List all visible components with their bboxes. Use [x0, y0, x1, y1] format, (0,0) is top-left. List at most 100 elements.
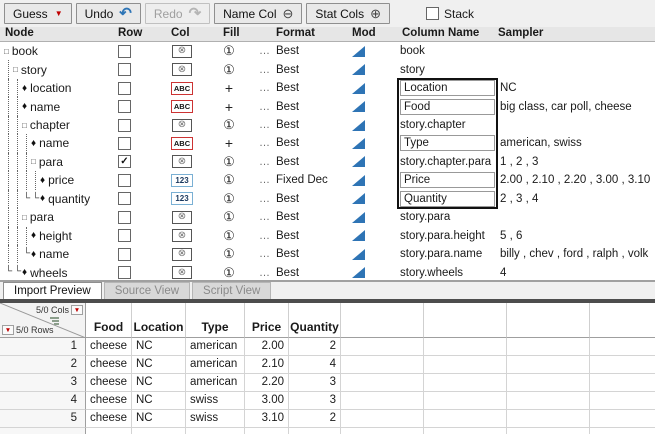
row-checkbox[interactable]: [118, 174, 131, 187]
row-checkbox[interactable]: [118, 137, 131, 150]
preview-cell[interactable]: [590, 428, 655, 434]
preview-cell[interactable]: [507, 428, 590, 434]
fill-once-icon[interactable]: ①: [223, 228, 235, 244]
numeric-column-icon[interactable]: 123: [171, 174, 192, 187]
format-value[interactable]: Best: [276, 97, 299, 115]
preview-row-number[interactable]: 1: [0, 338, 86, 356]
row-checkbox[interactable]: [118, 82, 131, 95]
format-value[interactable]: Best: [276, 60, 299, 78]
mod-triangle-icon[interactable]: [352, 83, 365, 94]
format-value[interactable]: Best: [276, 227, 299, 245]
format-dots-button[interactable]: …: [259, 116, 271, 134]
preview-cell[interactable]: [590, 392, 655, 410]
row-checkbox[interactable]: [118, 63, 131, 76]
row-checkbox[interactable]: [118, 229, 131, 242]
format-dots-button[interactable]: …: [259, 97, 271, 115]
preview-cell[interactable]: 2: [289, 338, 341, 356]
format-value[interactable]: Best: [276, 263, 299, 281]
character-column-icon[interactable]: ABC: [171, 100, 193, 113]
fill-plus-icon[interactable]: +: [225, 80, 233, 96]
row-checkbox[interactable]: [118, 266, 131, 279]
row-checkbox[interactable]: [118, 192, 131, 205]
preview-row-number[interactable]: 4: [0, 392, 86, 410]
format-value[interactable]: Best: [276, 116, 299, 134]
preview-cell[interactable]: [424, 374, 507, 392]
preview-cell[interactable]: [507, 410, 590, 428]
column-name-input[interactable]: Quantity: [400, 191, 495, 207]
format-dots-button[interactable]: …: [259, 171, 271, 189]
numeric-column-icon[interactable]: 123: [171, 192, 192, 205]
tab-import-preview[interactable]: Import Preview: [3, 282, 102, 299]
row-checkbox[interactable]: [118, 211, 131, 224]
preview-column-header[interactable]: Food: [86, 303, 132, 338]
preview-column-header[interactable]: [341, 303, 424, 338]
fill-once-icon[interactable]: ①: [223, 209, 235, 225]
format-dots-button[interactable]: …: [259, 79, 271, 97]
mod-triangle-icon[interactable]: [352, 193, 365, 204]
fill-plus-icon[interactable]: +: [225, 99, 233, 115]
mod-triangle-icon[interactable]: [352, 230, 365, 241]
preview-cell[interactable]: [341, 428, 424, 434]
preview-cell[interactable]: cheese: [86, 338, 132, 356]
character-column-icon[interactable]: ABC: [171, 82, 193, 95]
row-checkbox[interactable]: [118, 45, 131, 58]
preview-cell[interactable]: [507, 392, 590, 410]
preview-cell[interactable]: [424, 410, 507, 428]
preview-column-header[interactable]: [507, 303, 590, 338]
preview-cell[interactable]: [341, 410, 424, 428]
preview-cell[interactable]: [424, 356, 507, 374]
excluded-column-icon[interactable]: ⊗: [172, 63, 192, 76]
preview-column-header[interactable]: Type: [186, 303, 245, 338]
tab-script-view[interactable]: Script View: [192, 282, 271, 299]
preview-cell[interactable]: [507, 356, 590, 374]
mod-triangle-icon[interactable]: [352, 249, 365, 260]
format-value[interactable]: Best: [276, 245, 299, 263]
preview-cell[interactable]: NC: [132, 410, 186, 428]
preview-cell[interactable]: [289, 428, 341, 434]
excluded-column-icon[interactable]: ⊗: [172, 211, 192, 224]
preview-row-number[interactable]: 3: [0, 374, 86, 392]
format-dots-button[interactable]: …: [259, 245, 271, 263]
preview-cell[interactable]: 2.20: [245, 374, 289, 392]
preview-cell[interactable]: [341, 374, 424, 392]
preview-row-number[interactable]: [0, 428, 86, 434]
fill-once-icon[interactable]: ①: [223, 62, 235, 78]
row-checkbox[interactable]: ✓: [118, 155, 131, 168]
preview-cell[interactable]: [590, 356, 655, 374]
preview-cell[interactable]: american: [186, 338, 245, 356]
mod-triangle-icon[interactable]: [352, 175, 365, 186]
name-col-button[interactable]: Name Col ⊖: [214, 3, 302, 24]
preview-cell[interactable]: 4: [289, 356, 341, 374]
excluded-column-icon[interactable]: ⊗: [172, 229, 192, 242]
columns-menu-button[interactable]: ▼: [71, 305, 83, 315]
preview-cell[interactable]: [245, 428, 289, 434]
format-value[interactable]: Best: [276, 42, 299, 60]
preview-cell[interactable]: cheese: [86, 410, 132, 428]
preview-cell[interactable]: NC: [132, 356, 186, 374]
preview-cell[interactable]: [341, 338, 424, 356]
rows-menu-button[interactable]: ▼: [2, 325, 14, 335]
fill-once-icon[interactable]: ①: [223, 154, 235, 170]
fill-once-icon[interactable]: ①: [223, 117, 235, 133]
row-checkbox[interactable]: [118, 100, 131, 113]
column-name-input[interactable]: Type: [400, 135, 495, 151]
preview-cell[interactable]: NC: [132, 374, 186, 392]
character-column-icon[interactable]: ABC: [171, 137, 193, 150]
redo-button[interactable]: Redo ↷: [145, 3, 210, 24]
column-name-input[interactable]: Location: [400, 80, 495, 96]
column-name-input[interactable]: Price: [400, 172, 495, 188]
format-value[interactable]: Best: [276, 190, 299, 208]
preview-cell[interactable]: 3: [289, 392, 341, 410]
stack-checkbox[interactable]: [426, 7, 439, 20]
preview-cell[interactable]: cheese: [86, 392, 132, 410]
preview-cell[interactable]: swiss: [186, 392, 245, 410]
format-value[interactable]: Fixed Dec: [276, 171, 328, 189]
preview-column-header[interactable]: Quantity: [289, 303, 341, 338]
preview-cell[interactable]: 3: [289, 374, 341, 392]
preview-cell[interactable]: cheese: [86, 356, 132, 374]
format-value[interactable]: Best: [276, 79, 299, 97]
preview-cell[interactable]: cheese: [86, 374, 132, 392]
format-dots-button[interactable]: …: [259, 134, 271, 152]
stat-cols-button[interactable]: Stat Cols ⊕: [306, 3, 390, 24]
format-dots-button[interactable]: …: [259, 208, 271, 226]
